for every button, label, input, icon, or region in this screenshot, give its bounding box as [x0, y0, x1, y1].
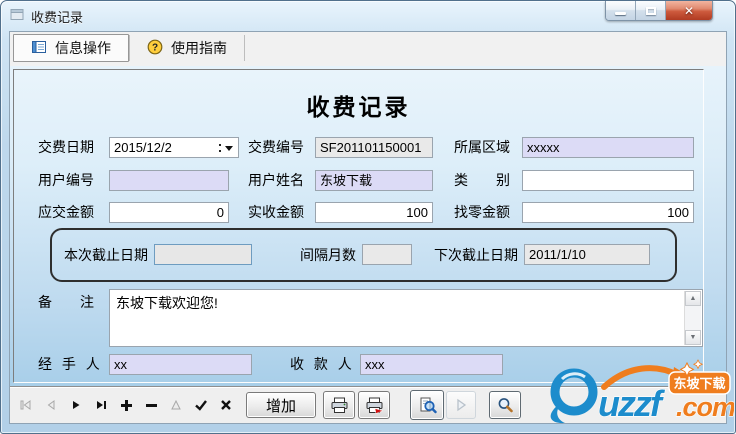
svg-text:?: ? — [152, 42, 158, 53]
page-title: 收费记录 — [306, 94, 411, 120]
add-button-label: 增加 — [265, 397, 296, 415]
nav-next-button[interactable] — [63, 391, 88, 419]
logo-text-com: .com — [676, 392, 734, 422]
handler-label: 经 手 人 — [38, 356, 103, 372]
maximize-icon — [645, 6, 656, 15]
question-icon: ? — [147, 39, 163, 58]
nav-first-button — [13, 391, 38, 419]
print-export-button[interactable] — [358, 391, 390, 419]
caption-buttons: ✕ — [605, 1, 713, 21]
current-deadline-field[interactable] — [154, 244, 252, 265]
print-button[interactable] — [323, 391, 355, 419]
scroll-up-icon: ▲ — [689, 295, 697, 302]
pay-date-value: 2015/12/2 — [114, 140, 172, 155]
plus-icon — [120, 400, 132, 411]
remarks-textarea[interactable]: 东坡下载欢迎您! ▲ ▼ — [109, 289, 703, 347]
sparkle-icon — [692, 359, 704, 370]
first-record-icon — [20, 400, 30, 410]
remarks-value: 东坡下载欢迎您! — [116, 295, 218, 311]
scroll-down-button[interactable]: ▼ — [685, 330, 701, 345]
window-title: 收费记录 — [31, 9, 84, 25]
pay-no-label: 交费编号 — [248, 139, 304, 155]
pay-date-field[interactable]: 2015/12/2 — [109, 137, 239, 158]
minus-icon — [145, 404, 157, 407]
next-deadline-label: 下次截止日期 — [434, 247, 518, 263]
play-icon — [457, 398, 467, 412]
remarks-scrollbar[interactable]: ▲ ▼ — [684, 291, 701, 345]
scroll-up-button[interactable]: ▲ — [685, 291, 701, 306]
user-name-label: 用户姓名 — [248, 172, 304, 188]
handler-field[interactable]: xx — [109, 354, 252, 375]
close-button[interactable]: ✕ — [666, 1, 712, 20]
x-icon — [220, 400, 231, 410]
remarks-label: 备 注 — [38, 294, 94, 310]
date-separator — [219, 143, 221, 153]
category-field[interactable] — [522, 170, 694, 191]
form-panel: 收费记录 交费日期 2015/12/2 交费编号 SF201101150001 … — [13, 69, 704, 383]
logo-text-main: uzzf — [598, 383, 665, 424]
nav-last-button[interactable] — [88, 391, 113, 419]
user-no-label: 用户编号 — [38, 172, 94, 188]
amount-due-label: 应交金额 — [38, 204, 94, 220]
logo-badge-label: 东坡下载 — [673, 376, 725, 391]
check-icon — [194, 400, 207, 411]
tab-info-operations[interactable]: 信息操作 — [13, 34, 129, 62]
region-label: 所属区域 — [454, 139, 510, 155]
nav-post-button[interactable] — [188, 391, 213, 419]
interval-months-label: 间隔月数 — [300, 247, 356, 263]
prior-record-icon — [47, 400, 54, 410]
user-name-field[interactable]: 东坡下载 — [315, 170, 433, 191]
nav-cancel-button[interactable] — [213, 391, 238, 419]
preview-icon — [420, 397, 437, 413]
printer-icon — [331, 397, 347, 413]
change-amount-label: 找零金额 — [454, 204, 510, 220]
payee-field[interactable]: xxx — [360, 354, 503, 375]
interval-months-field[interactable] — [362, 244, 412, 265]
add-button[interactable]: 增加 — [246, 392, 316, 418]
notebook-icon — [31, 39, 47, 58]
change-amount-field[interactable]: 100 — [522, 202, 694, 223]
date-dropdown[interactable] — [214, 138, 238, 157]
amount-received-label: 实收金额 — [248, 204, 304, 220]
pay-date-label: 交费日期 — [38, 139, 94, 155]
region-field[interactable]: xxxxx — [522, 137, 694, 158]
amount-received-field[interactable]: 100 — [315, 202, 433, 223]
app-window: 收费记录 ✕ 信息操作 ? 使用指南 收费记录 交费日期 2015/12/2 交… — [0, 0, 736, 434]
printer-arrow-icon — [366, 397, 384, 414]
deadline-groupbox: 本次截止日期 间隔月数 下次截止日期 2011/1/10 — [50, 228, 677, 282]
run-button — [446, 391, 476, 419]
current-deadline-label: 本次截止日期 — [64, 247, 148, 263]
close-icon: ✕ — [683, 3, 695, 18]
nav-delete-button[interactable] — [138, 391, 163, 419]
uzzf-watermark-logo: uzzf .com 东坡下载 — [538, 359, 735, 432]
edit-record-icon — [170, 399, 181, 410]
payee-label: 收 款 人 — [290, 356, 355, 372]
tab-label: 信息操作 — [55, 40, 111, 56]
tab-user-guide[interactable]: ? 使用指南 — [129, 35, 245, 61]
print-preview-button[interactable] — [410, 390, 444, 420]
minimize-icon — [615, 12, 626, 15]
maximize-button[interactable] — [636, 1, 666, 20]
next-deadline-field[interactable]: 2011/1/10 — [524, 244, 650, 265]
chevron-down-icon — [225, 145, 233, 155]
magnifier-icon — [498, 398, 513, 413]
minimize-button[interactable] — [606, 1, 636, 20]
amount-due-field[interactable]: 0 — [109, 202, 229, 223]
tab-bar: 信息操作 ? 使用指南 — [10, 32, 726, 64]
nav-prior-button — [38, 391, 63, 419]
last-record-icon — [96, 401, 106, 409]
user-no-field[interactable] — [109, 170, 229, 191]
scroll-down-icon: ▼ — [689, 334, 697, 341]
nav-edit-button — [163, 391, 188, 419]
next-record-icon — [72, 401, 79, 409]
pay-no-field[interactable]: SF201101150001 — [315, 137, 433, 158]
window-icon — [10, 7, 25, 26]
nav-insert-button[interactable] — [113, 391, 138, 419]
logo-swoosh-icon — [550, 368, 598, 416]
category-label: 类 别 — [454, 172, 510, 188]
search-button[interactable] — [489, 391, 521, 419]
form-region: 收费记录 交费日期 2015/12/2 交费编号 SF201101150001 … — [10, 66, 726, 386]
tab-label: 使用指南 — [171, 40, 227, 56]
